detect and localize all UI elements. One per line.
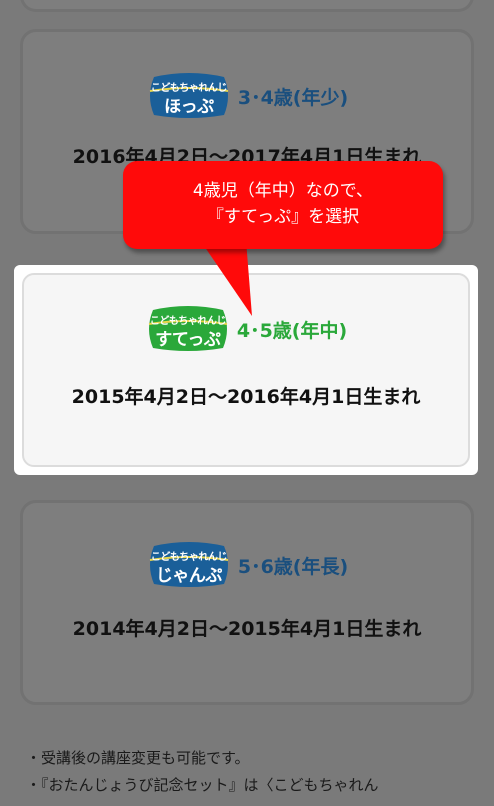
age-label: 3･4歳(年少) xyxy=(237,86,349,109)
note-item: ・受講後の講座変更も可能です。 xyxy=(26,749,250,767)
course-card-step[interactable]: こどもちゃれんじ すてっぷ 4･5歳(年中) 2015年4月2日～2016年4月… xyxy=(14,265,478,475)
step-logo: こどもちゃれんじ すてっぷ xyxy=(145,304,231,354)
jump-logo: こどもちゃれんじ じゃんぷ xyxy=(146,540,232,590)
birth-range: 2014年4月2日～2015年4月1日生まれ xyxy=(72,618,422,640)
callout-bubble: 4歳児（年中）なので、 『すてっぷ』を選択 xyxy=(123,161,443,249)
previous-card-edge xyxy=(20,0,474,12)
callout-line-1: 4歳児（年中）なので、 xyxy=(192,181,374,201)
course-card-jump[interactable]: こどもちゃれんじ じゃんぷ 5･6歳(年長) 2014年4月2日～2015年4月… xyxy=(20,500,474,705)
age-label: 4･5歳(年中) xyxy=(236,319,348,342)
birth-range: 2015年4月2日～2016年4月1日生まれ xyxy=(71,386,421,408)
callout-line-2: 『すてっぷ』を選択 xyxy=(206,207,360,227)
card-inner xyxy=(22,273,470,467)
notes: ・受講後の講座変更も可能です。 ・『おたんじょうび記念セット』は〈こどもちゃれん xyxy=(26,745,379,799)
note-item: ・『おたんじょうび記念セット』は〈こどもちゃれん xyxy=(26,776,379,794)
age-label: 5･6歳(年長) xyxy=(237,555,349,578)
hop-logo: こどもちゃれんじ ほっぷ xyxy=(146,71,232,121)
